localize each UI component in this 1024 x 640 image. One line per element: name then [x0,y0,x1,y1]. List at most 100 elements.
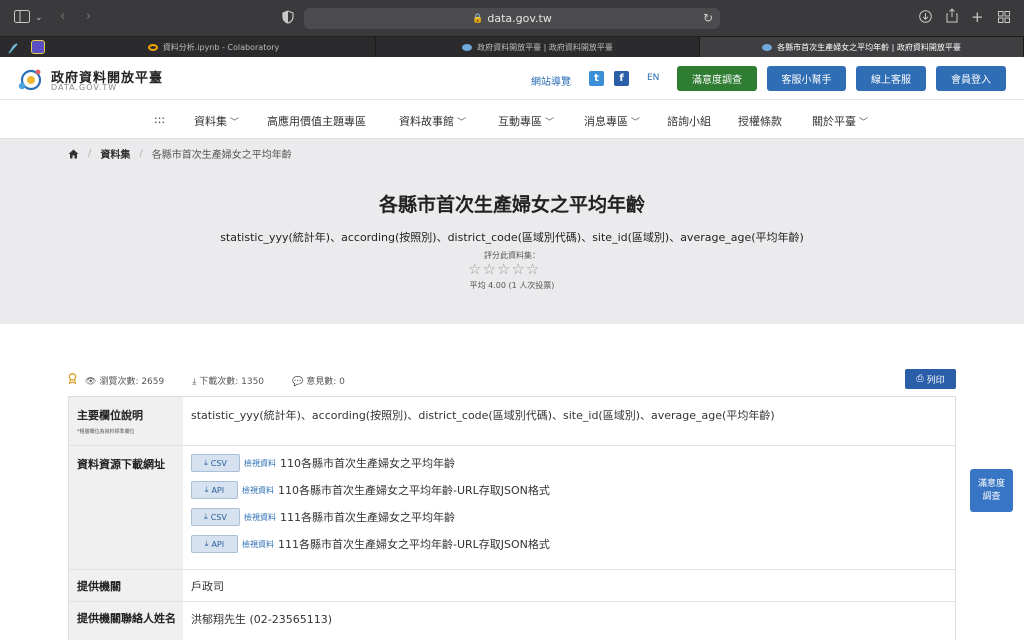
nav-license[interactable]: 授權條款 [738,113,782,129]
contact-label: 提供機關聯絡人姓名 [77,612,176,625]
table-row: 資料資源下載網址 ⤓ CSV 檢視資料 110各縣市首次生產婦女之平均年齡 ⤓ AP… [69,446,955,570]
resources-label: 資料資源下載網址 [77,458,165,471]
contact-value: 洪郁翔先生 (02-23565113) [191,613,333,626]
views-stat: 👁 瀏覽次數: 2659 [85,374,178,387]
url-text: data.gov.tw [487,12,552,25]
forward-icon[interactable]: › [86,9,91,25]
online-support-button[interactable]: 線上客服 [856,66,926,91]
nav-data-stories[interactable]: 資料故事館 ﹀ [399,113,466,129]
tab-data-gov-home[interactable]: 政府資料開放平臺 | 政府資料開放平臺 [376,37,700,58]
breadcrumb: / 資料集 / 各縣市首次生產婦女之平均年齡 [68,146,292,161]
floating-survey-button[interactable]: 滿意度調查 [970,469,1013,512]
pinned-tab-feather-icon[interactable] [6,40,20,54]
member-login-button[interactable]: 會員登入 [936,66,1006,91]
download-icon[interactable] [919,10,932,28]
table-row: 提供機關 戶政司 [69,570,955,602]
nav-about[interactable]: 關於平臺 ﹀ [812,113,868,129]
nav-label: 消息專區 [584,115,628,128]
view-data-link[interactable]: 檢視資料 [244,512,276,523]
api-button[interactable]: ⤓ API [191,535,238,553]
view-data-link[interactable]: 檢視資料 [242,539,274,550]
print-button[interactable]: ⎙ 列印 [905,369,956,389]
facebook-icon[interactable]: f [614,71,629,86]
print-label: 列印 [926,375,945,386]
downloads-stat: ⤓ 下載次數: 1350 [192,374,278,387]
resource-item: ⤓ API 檢視資料 111各縣市首次生產婦女之平均年齡-URL存取JSON格式 [191,535,550,553]
fields-note: *粗體欄位為資料標準欄位 [77,429,135,435]
nav-high-value[interactable]: 高應用價值主題專區 [267,113,366,129]
comments-stat: 💬 意見數: 0 [292,374,359,387]
reload-icon[interactable]: ↻ [703,11,713,25]
tab-colab[interactable]: 資料分析.ipynb - Colaboratory [52,37,376,58]
home-icon[interactable] [68,149,79,159]
dataset-stats: 👁 瀏覽次數: 2659 ⤓ 下載次數: 1350 💬 意見數: 0 [68,372,373,387]
csv-download-button[interactable]: ⤓ CSV [191,508,240,526]
data-gov-icon [462,44,473,51]
browser-toolbar: ⌄ ‹ › 🔒 data.gov.tw ↻ + [0,0,1024,36]
nav-datasets[interactable]: 資料集 ﹀ [194,113,239,129]
view-data-link[interactable]: 檢視資料 [244,458,276,469]
breadcrumb-datasets-link[interactable]: 資料集 [100,146,130,161]
sitemap-link[interactable]: 網站導覽 [531,73,571,88]
tab-label: 各縣市首次生產婦女之平均年齡 | 政府資料開放平臺 [777,43,961,52]
row-header: 提供機關聯絡人姓名 [69,602,183,640]
row-header: 主要欄位說明 *粗體欄位為資料標準欄位 [69,397,183,445]
nav-label: 關於平臺 [812,115,856,128]
rating-average: 平均 4.00 (1 人次投票) [469,281,555,290]
dataset-description: statistic_yyy(統計年)、according(按照別)、distri… [220,231,804,244]
dataset-hero: / 資料集 / 各縣市首次生產婦女之平均年齡 各縣市首次生產婦女之平均年齡 st… [0,139,1024,324]
csv-download-button[interactable]: ⤓ CSV [191,454,240,472]
download-icon: ⤓ [204,458,208,467]
resource-item: ⤓ CSV 檢視資料 110各縣市首次生產婦女之平均年齡 [191,454,455,472]
address-bar[interactable]: 🔒 data.gov.tw ↻ [304,8,720,29]
nav-interactive[interactable]: 互動專區 ﹀ [498,113,554,129]
award-icon [68,372,77,387]
api-button[interactable]: ⤓ API [191,481,238,499]
comments-count: 意見數: 0 [306,376,345,387]
sidebar-toggle-icon[interactable] [14,10,30,28]
view-data-link[interactable]: 檢視資料 [242,485,274,496]
download-icon: ⤓ [204,539,209,548]
agency-link[interactable]: 戶政司 [191,578,224,594]
resource-item: ⤓ CSV 檢視資料 111各縣市首次生產婦女之平均年齡 [191,508,455,526]
chevron-down-icon: ﹀ [631,118,641,128]
nav-accesskey[interactable]: ::: [154,113,165,126]
chevron-down-icon: ﹀ [230,118,240,128]
resource-item: ⤓ API 檢視資料 110各縣市首次生產婦女之平均年齡-URL存取JSON格式 [191,481,550,499]
satisfaction-survey-button[interactable]: 滿意度調查 [677,66,757,91]
table-row: 提供機關聯絡人姓名 洪郁翔先生 (02-23565113) [69,602,955,640]
tab-bar: 資料分析.ipynb - Colaboratory 政府資料開放平臺 | 政府資… [0,36,1024,58]
main-nav: ::: 資料集 ﹀ 高應用價值主題專區 資料故事館 ﹀ 互動專區 ﹀ 消息專區 ﹀ 諮詢… [0,100,1024,139]
language-switch[interactable]: EN [647,73,659,83]
customer-helper-button[interactable]: 客服小幫手 [767,66,846,91]
nav-label: 資料故事館 [399,115,454,128]
format-label: API [211,485,225,495]
rating-stars[interactable]: ☆☆☆☆☆ [468,260,540,278]
format-label: API [211,539,225,549]
nav-label: 互動專區 [498,115,542,128]
download-icon: ⤓ [204,512,208,521]
table-row: 主要欄位說明 *粗體欄位為資料標準欄位 statistic_yyy(統計年)、a… [69,397,955,446]
shield-icon[interactable] [282,10,294,29]
nav-news[interactable]: 消息專區 ﹀ [584,113,640,129]
lock-icon: 🔒 [472,13,484,24]
site-logo-icon[interactable] [16,67,46,93]
share-icon[interactable] [946,8,958,28]
back-icon[interactable]: ‹ [60,9,65,25]
tab-dataset[interactable]: 各縣市首次生產婦女之平均年齡 | 政府資料開放平臺 [700,37,1024,58]
download-icon: ⤓ [192,376,197,387]
new-tab-icon[interactable]: + [971,9,984,25]
site-header: 政府資料開放平臺 DATA.GOV.TW 網站導覽 t f EN 滿意度調查 客… [0,57,1024,100]
chevron-down-icon: ﹀ [859,118,869,128]
pinned-tab-app-icon[interactable] [31,40,45,54]
nav-advisory[interactable]: 諮詢小組 [667,113,711,129]
resource-name: 110各縣市首次生產婦女之平均年齡-URL存取JSON格式 [278,484,550,497]
agency-label: 提供機關 [77,580,121,593]
chevron-down-icon[interactable]: ⌄ [35,10,43,26]
format-label: CSV [210,512,227,522]
logo-subtitle: DATA.GOV.TW [51,83,118,92]
eye-icon: 👁 [85,376,97,387]
tab-overview-icon[interactable] [998,11,1010,28]
twitter-icon[interactable]: t [589,71,604,86]
row-header: 資料資源下載網址 [69,446,183,569]
